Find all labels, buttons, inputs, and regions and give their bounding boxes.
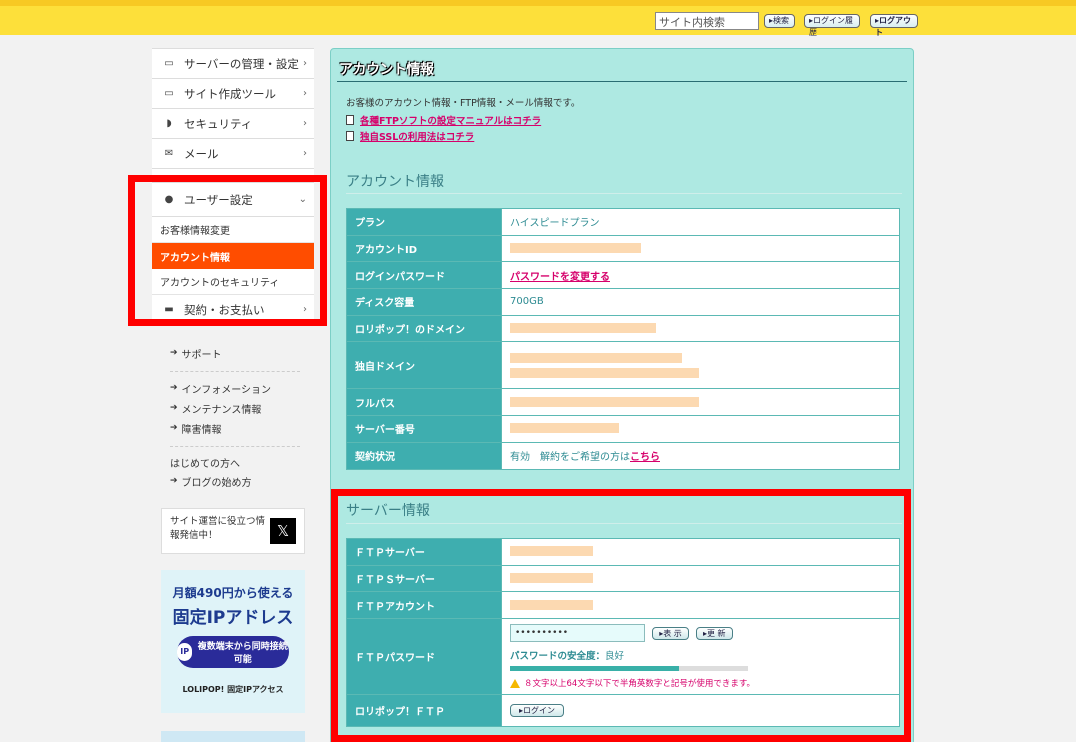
table-row: 契約状況 有効 解約をご希望の方はこちら [346, 441, 900, 470]
redacted-value [510, 423, 619, 434]
chevron-right-icon: › [303, 118, 307, 129]
table-row: 独自ドメイン [346, 341, 900, 390]
redacted-value [510, 573, 593, 584]
arrow-right-icon: ➔ [170, 383, 178, 393]
arrow-right-icon: ➔ [170, 348, 178, 358]
table-row: ＦＴＰパスワード •••••••••• ▸表 示 ▸更 新 パスワードの安全度：… [346, 618, 900, 696]
information-link[interactable]: ➔ インフォメーション [170, 378, 300, 398]
maintenance-link[interactable]: ➔ メンテナンス情報 [170, 398, 300, 418]
blog-guide-link[interactable]: ➔ ブログの始め方 [170, 471, 300, 491]
intro-text: お客様のアカウント情報・FTP情報・メール情報です。 [346, 98, 581, 109]
document-icon [346, 115, 354, 125]
arrow-right-icon: ➔ [170, 423, 178, 433]
table-row: フルパス [346, 388, 900, 417]
top-header: サイト内検索 ▸検索 ▸ログイン履歴 ▸ログアウト [0, 0, 1076, 37]
credit-card-icon: ▬ [164, 304, 174, 315]
redacted-value [510, 367, 699, 378]
chevron-right-icon: › [303, 148, 307, 159]
x-promo-banner[interactable]: サイト運営に役立つ情報発信中！ 𝕏 [161, 508, 305, 554]
arrow-right-icon: ➔ [170, 476, 178, 486]
divider [337, 81, 907, 82]
redacted-value [510, 243, 641, 254]
sidebar: ▭ サーバーの管理・設定 › ▭ サイト作成ツール › ◗ セキュリティ › ✉… [152, 35, 314, 742]
page-title: アカウント情報 [339, 62, 434, 78]
divider [346, 193, 902, 194]
ftp-login-button[interactable]: ▸ログイン [510, 704, 565, 718]
sidebar-item-server[interactable]: ▭ サーバーの管理・設定 › [152, 49, 314, 79]
redacted-value [510, 546, 593, 557]
sidebar-subitem-account-info[interactable]: アカウント情報 [152, 243, 314, 269]
sidebar-item-billing[interactable]: ▬ 契約・お支払い › [152, 295, 314, 325]
table-row: ＦＴＰサーバー [346, 538, 900, 566]
sidebar-subitem-account-security[interactable]: アカウントのセキュリティ [152, 269, 314, 295]
table-row: ＦＴＰＳサーバー [346, 564, 900, 593]
chevron-right-icon: › [303, 304, 307, 315]
table-row: プラン ハイスピードプラン [346, 208, 900, 236]
document-icon [346, 131, 354, 141]
server-icon: ▭ [164, 58, 174, 69]
password-strength-bar [510, 666, 748, 672]
fixed-ip-ad-banner[interactable]: 月額490円から使える 固定IPアドレス IP 複数端末から同時接続可能 LOL… [161, 570, 305, 713]
table-row: アカウントID [346, 234, 900, 263]
table-row: サーバー番号 [346, 415, 900, 443]
ftp-password-field[interactable]: •••••••••• [510, 624, 645, 643]
ssl-guide-link[interactable]: 独自SSLの利用法はコチラ [346, 129, 474, 143]
search-button[interactable]: ▸検索 [764, 14, 795, 28]
ad-brand: LOLIPOP! 固定IPアクセス [182, 685, 284, 694]
redacted-value [510, 323, 656, 334]
chevron-down-icon: ⌄ [298, 194, 307, 205]
table-row: ログインパスワード パスワードを変更する [346, 261, 900, 290]
mail-icon: ✉ [164, 148, 174, 159]
account-info-table: プラン ハイスピードプラン アカウントID ログインパスワード パスワードを変更… [346, 208, 900, 470]
warning-icon [510, 678, 520, 688]
server-info-table: ＦＴＰサーバー ＦＴＰＳサーバー ＦＴＰアカウント ＦＴＰパスワード •••••… [346, 538, 900, 728]
sidebar-item-mail[interactable]: ✉ メール › [152, 139, 314, 169]
divider [170, 446, 300, 447]
sidebar-subitem-customer-info[interactable]: お客様情報変更 [152, 217, 314, 243]
table-row: ＦＴＰアカウント [346, 591, 900, 620]
logout-button[interactable]: ▸ログアウト [870, 14, 918, 37]
redacted-value [510, 352, 682, 363]
sidebar-item-site-tools[interactable]: ▭ サイト作成ツール › [152, 79, 314, 109]
redacted-value [510, 599, 593, 610]
login-history-button[interactable]: ▸ログイン履歴 [804, 14, 860, 37]
show-password-button[interactable]: ▸表 示 [652, 626, 689, 640]
x-logo-icon: 𝕏 [270, 518, 296, 544]
cancel-contract-link[interactable]: こちら [630, 452, 660, 463]
shield-icon: ◗ [166, 118, 172, 129]
main-panel: アカウント情報 お客様のアカウント情報・FTP情報・メール情報です。 各種FTP… [330, 48, 914, 742]
password-warning: ８文字以上64文字以下で半角英数字と記号が使用できます。 [510, 677, 899, 689]
sidebar-item-user-settings[interactable]: ● ユーザー設定 ⌄ [152, 183, 314, 217]
redacted-value [510, 396, 699, 407]
chevron-right-icon: › [303, 58, 307, 69]
table-row: ロリポップ！のドメイン [346, 314, 900, 343]
ip-icon: IP [177, 643, 193, 661]
site-search-input[interactable]: サイト内検索 [655, 12, 759, 30]
chevron-right-icon: › [303, 88, 307, 99]
sidebar-item-security[interactable]: ◗ セキュリティ › [152, 109, 314, 139]
table-row: ロリポップ！ＦＴＰ ▸ログイン [346, 694, 900, 728]
arrow-right-icon: ➔ [170, 403, 178, 413]
change-password-link[interactable]: パスワードを変更する [510, 272, 610, 283]
divider [346, 523, 902, 524]
server-section-title: サーバー情報 [346, 503, 430, 519]
failure-link[interactable]: ➔ 障害情報 [170, 418, 300, 438]
account-section-title: アカウント情報 [346, 174, 444, 190]
ftp-manual-link[interactable]: 各種FTPソフトの設定マニュアルはコチラ [346, 113, 541, 127]
second-ad-banner[interactable] [161, 731, 305, 742]
laptop-icon: ▭ [164, 88, 174, 99]
user-icon: ● [164, 194, 174, 205]
support-link[interactable]: ➔ サポート [170, 343, 300, 363]
sidebar-menu: ▭ サーバーの管理・設定 › ▭ サイト作成ツール › ◗ セキュリティ › ✉… [152, 48, 314, 325]
password-strength: パスワードの安全度：良好 [510, 651, 625, 663]
update-password-button[interactable]: ▸更 新 [695, 626, 733, 640]
sidebar-links: ➔ サポート ➔ インフォメーション ➔ メンテナンス情報 ➔ 障害情報 はじめての方へ… [170, 343, 300, 491]
ad-pill: IP 複数端末から同時接続可能 [177, 636, 289, 668]
divider [170, 371, 300, 372]
table-row: ディスク容量 700GB [346, 288, 900, 316]
beginners-link[interactable]: はじめての方へ [170, 453, 300, 471]
